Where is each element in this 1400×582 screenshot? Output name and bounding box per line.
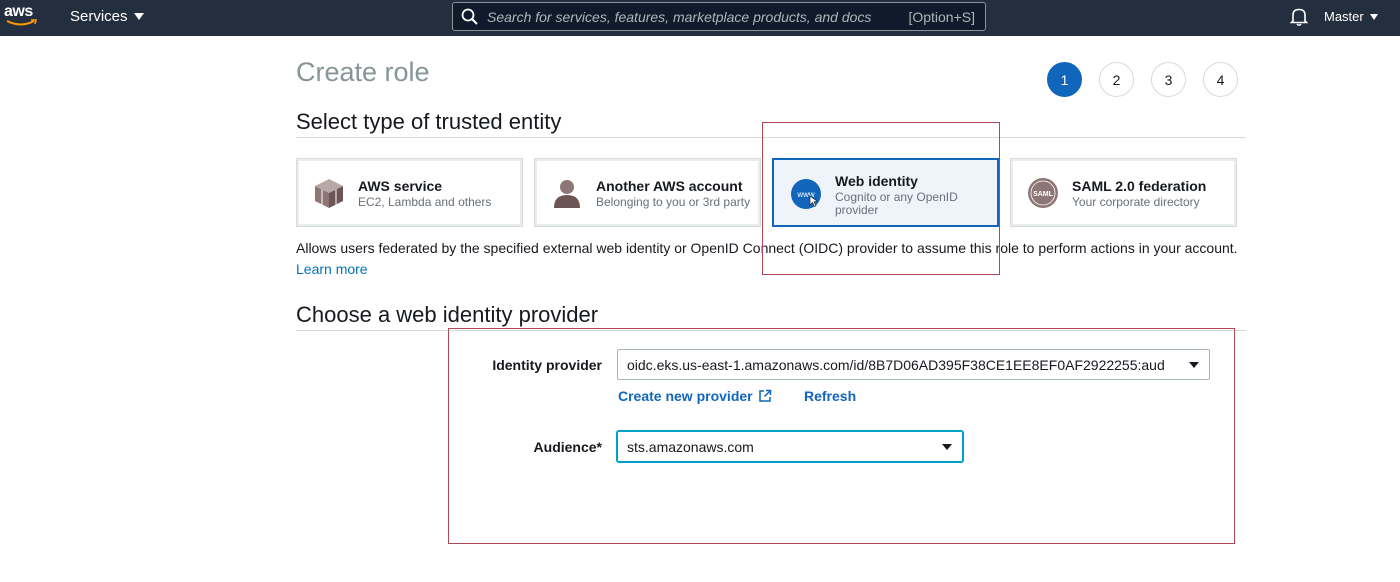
cube-icon <box>315 179 343 208</box>
wizard-steps: 1 2 3 4 <box>1047 62 1238 97</box>
step-3[interactable]: 3 <box>1151 62 1186 97</box>
aws-logo[interactable]: aws <box>4 2 40 32</box>
account-label: Master <box>1324 9 1364 24</box>
step-2[interactable]: 2 <box>1099 62 1134 97</box>
card-title: SAML 2.0 federation <box>1072 178 1207 194</box>
card-title: Web identity <box>835 173 918 189</box>
www-globe-icon: www <box>791 179 821 209</box>
card-subtitle: Your corporate directory <box>1072 195 1200 209</box>
card-another-aws-account[interactable]: Another AWS account Belonging to you or … <box>534 158 761 227</box>
audience-value: sts.amazonaws.com <box>627 438 754 455</box>
search-icon <box>461 8 478 25</box>
trusted-entity-cards: AWS service EC2, Lambda and others Anoth… <box>296 158 1237 227</box>
search-input[interactable]: Search for services, features, marketpla… <box>452 2 986 31</box>
account-menu-button[interactable]: Master <box>1324 9 1378 24</box>
chevron-down-icon <box>1189 362 1199 368</box>
identity-provider-select[interactable]: oidc.eks.us-east-1.amazonaws.com/id/8B7D… <box>617 349 1210 380</box>
services-label: Services <box>70 8 128 25</box>
search-shortcut-hint: [Option+S] <box>908 9 975 25</box>
aws-smile-icon <box>6 19 38 26</box>
trusted-entity-heading: Select type of trusted entity <box>296 109 562 134</box>
card-saml-federation[interactable]: SAML SAML 2.0 federation Your corporate … <box>1010 158 1237 227</box>
step-4[interactable]: 4 <box>1203 62 1238 97</box>
card-web-identity[interactable]: www Web identity Cognito or any OpenID p… <box>772 158 999 227</box>
card-subtitle: Cognito or any OpenID provider <box>835 190 958 217</box>
svg-text:SAML: SAML <box>1033 191 1054 198</box>
card-subtitle: EC2, Lambda and others <box>358 195 492 209</box>
audience-select[interactable]: sts.amazonaws.com <box>617 431 963 462</box>
bell-icon[interactable] <box>1290 7 1308 27</box>
search-placeholder: Search for services, features, marketpla… <box>487 9 872 25</box>
chevron-down-icon <box>133 13 144 20</box>
card-aws-service[interactable]: AWS service EC2, Lambda and others <box>296 158 523 227</box>
page-title: Create role <box>296 57 430 87</box>
audience-label: Audience* <box>533 439 602 455</box>
chevron-down-icon <box>1369 13 1378 20</box>
identity-provider-label: Identity provider <box>492 357 602 373</box>
section-divider <box>296 137 1246 138</box>
create-new-provider-link[interactable]: Create new provider <box>618 388 772 404</box>
step-1[interactable]: 1 <box>1047 62 1082 97</box>
external-link-icon <box>758 389 771 402</box>
card-title: Another AWS account <box>596 178 743 194</box>
card-title: AWS service <box>358 178 443 194</box>
create-new-provider-label: Create new provider <box>618 388 753 404</box>
chevron-down-icon <box>942 444 952 450</box>
refresh-link[interactable]: Refresh <box>804 388 856 404</box>
services-menu-button[interactable]: Services <box>70 8 144 25</box>
top-nav-bar: aws Services Search for services, featur… <box>0 0 1400 36</box>
card-subtitle: Belonging to you or 3rd party <box>596 195 751 209</box>
learn-more-link[interactable]: Learn more <box>296 261 368 277</box>
section-divider <box>296 330 1246 331</box>
entity-description: Allows users federated by the specified … <box>296 240 1238 256</box>
saml-badge-icon: SAML <box>1028 178 1058 208</box>
identity-provider-value: oidc.eks.us-east-1.amazonaws.com/id/8B7D… <box>627 356 1165 373</box>
web-identity-provider-heading: Choose a web identity provider <box>296 302 599 327</box>
user-account-icon <box>554 180 580 208</box>
